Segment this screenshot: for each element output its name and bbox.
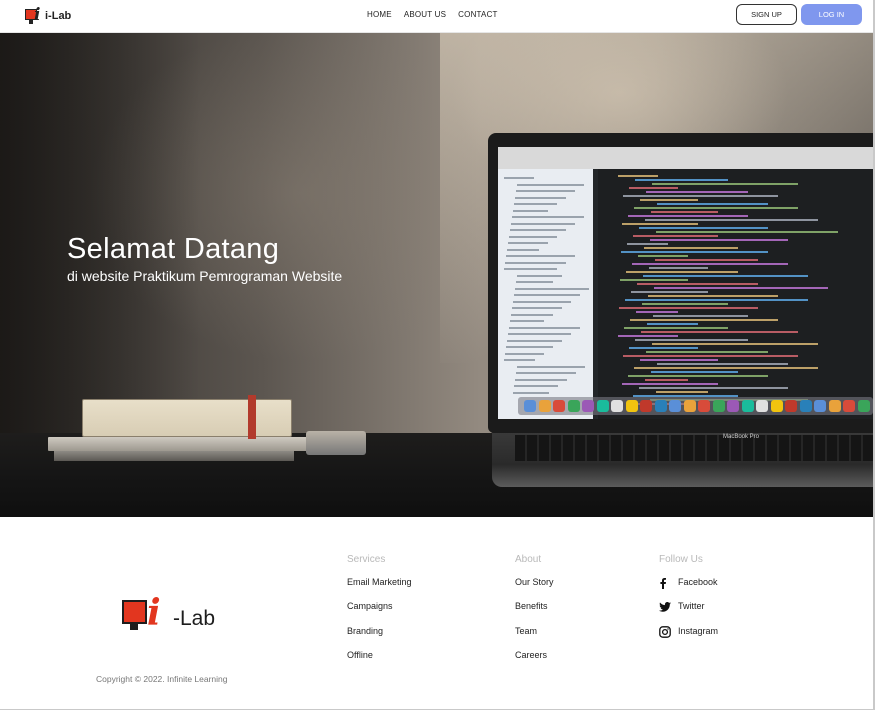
nav-contact-link[interactable]: CONTACT [458, 10, 497, 19]
brand-text: i-Lab [45, 10, 72, 22]
login-button[interactable]: LOG IN [801, 4, 862, 25]
hero-subtitle: di website Praktikum Pemrograman Website [67, 268, 343, 284]
laptop-screen [498, 147, 873, 419]
laptop-keyboard-image [515, 435, 873, 461]
footer-link-campaigns[interactable]: Campaigns [347, 601, 412, 625]
brand-logo[interactable]: i i-Lab [25, 6, 71, 26]
footer-link-team[interactable]: Team [515, 626, 554, 650]
about-column: About Our Story Benefits Team Careers [515, 554, 554, 674]
footer-brand-text: -Lab [173, 607, 216, 630]
logo-icon: i [25, 6, 41, 25]
laptop-image: MacBook Pro [488, 133, 873, 440]
signup-button[interactable]: SIGN UP [736, 4, 797, 25]
footer: i -Lab Copyright © 2022. Infinite Learni… [0, 517, 873, 709]
about-heading: About [515, 554, 542, 565]
nav-links: HOME ABOUT US CONTACT [367, 10, 498, 19]
laptop-label: MacBook Pro [723, 434, 760, 440]
footer-link-careers[interactable]: Careers [515, 650, 554, 674]
footer-link-facebook[interactable]: Facebook [659, 577, 718, 601]
footer-logo: i -Lab [121, 595, 231, 637]
services-column: Services Email Marketing Campaigns Brand… [347, 554, 412, 674]
nav-about-link[interactable]: ABOUT US [404, 10, 446, 19]
footer-link-email-marketing[interactable]: Email Marketing [347, 577, 412, 601]
facebook-icon [659, 577, 675, 589]
hero-banner: MacBook Pro Selamat Datang di website Pr… [0, 33, 873, 517]
follow-heading: Follow Us [659, 554, 703, 565]
footer-link-our-story[interactable]: Our Story [515, 577, 554, 601]
services-heading: Services [347, 554, 386, 565]
footer-link-branding[interactable]: Branding [347, 626, 412, 650]
footer-link-instagram[interactable]: Instagram [659, 626, 718, 650]
twitter-icon [659, 601, 675, 613]
instagram-icon [659, 625, 675, 638]
follow-column: Follow Us Facebook Twitter Instagram [659, 554, 718, 650]
instagram-label: Instagram [678, 625, 719, 636]
hero-title: Selamat Datang [67, 233, 280, 265]
footer-link-offline[interactable]: Offline [347, 650, 412, 674]
navbar: i i-Lab HOME ABOUT US CONTACT SIGN UP LO… [0, 0, 873, 33]
monitor-icon [122, 600, 147, 624]
footer-link-benefits[interactable]: Benefits [515, 601, 554, 625]
footer-link-twitter[interactable]: Twitter [659, 601, 718, 625]
twitter-label: Twitter [678, 601, 705, 612]
page: i i-Lab HOME ABOUT US CONTACT SIGN UP LO… [0, 0, 875, 710]
copyright-text: Copyright © 2022. Infinite Learning [96, 674, 228, 684]
facebook-label: Facebook [678, 577, 718, 587]
nav-home-link[interactable]: HOME [367, 10, 392, 19]
